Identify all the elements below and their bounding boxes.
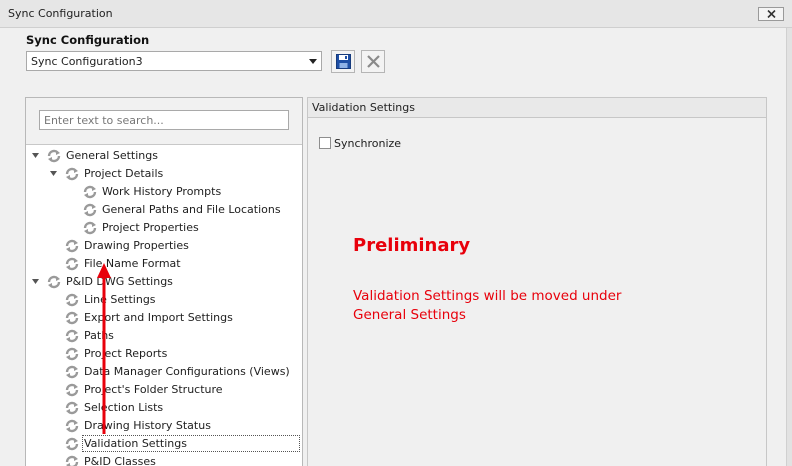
tree-item[interactable]: Selection Lists	[26, 399, 302, 417]
close-button[interactable]	[758, 7, 784, 21]
triangle-down-icon[interactable]	[32, 153, 39, 158]
search-input[interactable]	[40, 111, 288, 129]
sync-node-icon	[65, 419, 79, 433]
close-icon	[767, 10, 776, 18]
section-label: Sync Configuration	[26, 33, 150, 47]
delete-icon	[367, 55, 380, 68]
tree-item[interactable]: General Settings	[26, 147, 302, 165]
tree-item-label: Project Details	[84, 167, 164, 180]
tree-item-label: Work History Prompts	[102, 185, 222, 198]
settings-panel-title: Validation Settings	[312, 101, 415, 114]
tree-item-label: P&ID DWG Settings	[66, 275, 173, 288]
annotation-text: Validation Settings will be moved under …	[353, 287, 673, 325]
red-arrow-icon	[97, 263, 111, 434]
tree-item[interactable]: Data Manager Configurations (Views)	[26, 363, 302, 381]
tree-item-label: General Paths and File Locations	[102, 203, 281, 216]
chevron-down-icon	[309, 59, 317, 64]
window-titlebar: Sync Configuration	[0, 0, 792, 28]
sync-node-icon	[83, 185, 97, 199]
delete-button[interactable]	[361, 50, 385, 73]
tree-item[interactable]: Project Properties	[26, 219, 302, 237]
window-edge	[786, 28, 792, 466]
save-icon	[336, 54, 351, 69]
sync-node-icon	[65, 401, 79, 415]
tree-item-label: Project Properties	[102, 221, 199, 234]
settings-tree-panel: General Settings Project Details Work Hist…	[25, 97, 303, 466]
tree-item-label: Line Settings	[84, 293, 156, 306]
tree-item-label: P&ID Classes	[84, 455, 156, 466]
sync-node-icon	[65, 311, 79, 325]
tree-item[interactable]: Line Settings	[26, 291, 302, 309]
tree-item[interactable]: Drawing History Status	[26, 417, 302, 435]
tree-item[interactable]: File Name Format	[26, 255, 302, 273]
tree-item[interactable]: Project Details	[26, 165, 302, 183]
tree-item-label: Drawing Properties	[84, 239, 189, 252]
sync-node-icon	[47, 149, 61, 163]
sync-node-icon	[47, 275, 61, 289]
sync-node-icon	[65, 365, 79, 379]
tree-item[interactable]: Project Reports	[26, 345, 302, 363]
settings-panel-header: Validation Settings	[308, 98, 766, 118]
tree-item[interactable]: Project's Folder Structure	[26, 381, 302, 399]
tree-item-label: Data Manager Configurations (Views)	[84, 365, 290, 378]
tree-search-bar	[26, 98, 302, 145]
triangle-down-icon[interactable]	[50, 171, 57, 176]
tree-item-label: General Settings	[66, 149, 158, 162]
tree-item[interactable]: General Paths and File Locations	[26, 201, 302, 219]
sync-node-icon	[65, 239, 79, 253]
annotation-title: Preliminary	[353, 235, 471, 256]
synchronize-label[interactable]: Synchronize	[334, 137, 401, 150]
search-box[interactable]	[39, 110, 289, 130]
sync-node-icon	[65, 347, 79, 361]
sync-node-icon	[65, 167, 79, 181]
window-title: Sync Configuration	[8, 7, 113, 20]
config-combo-value: Sync Configuration3	[31, 55, 143, 68]
config-combo[interactable]: Sync Configuration3	[26, 51, 322, 71]
annotation-line: Validation Settings will be moved under	[353, 288, 622, 304]
tree-item[interactable]: Validation Settings	[26, 435, 302, 453]
sync-node-icon	[65, 455, 79, 466]
sync-node-icon	[65, 383, 79, 397]
sync-node-icon	[65, 437, 79, 451]
save-button[interactable]	[331, 50, 355, 73]
tree-item[interactable]: Drawing Properties	[26, 237, 302, 255]
tree-item[interactable]: Paths	[26, 327, 302, 345]
tree-item[interactable]: P&ID Classes	[26, 453, 302, 466]
triangle-down-icon[interactable]	[32, 279, 39, 284]
tree-item-label: Validation Settings	[84, 437, 187, 450]
sync-node-icon	[65, 293, 79, 307]
sync-node-icon	[83, 203, 97, 217]
sync-node-icon	[65, 329, 79, 343]
sync-node-icon	[65, 257, 79, 271]
tree-item[interactable]: P&ID DWG Settings	[26, 273, 302, 291]
settings-panel: Validation Settings Synchronize	[307, 97, 767, 466]
sync-node-icon	[83, 221, 97, 235]
tree-item[interactable]: Work History Prompts	[26, 183, 302, 201]
tree-item[interactable]: Export and Import Settings	[26, 309, 302, 327]
synchronize-checkbox[interactable]	[319, 137, 331, 149]
annotation-line: General Settings	[353, 307, 466, 323]
